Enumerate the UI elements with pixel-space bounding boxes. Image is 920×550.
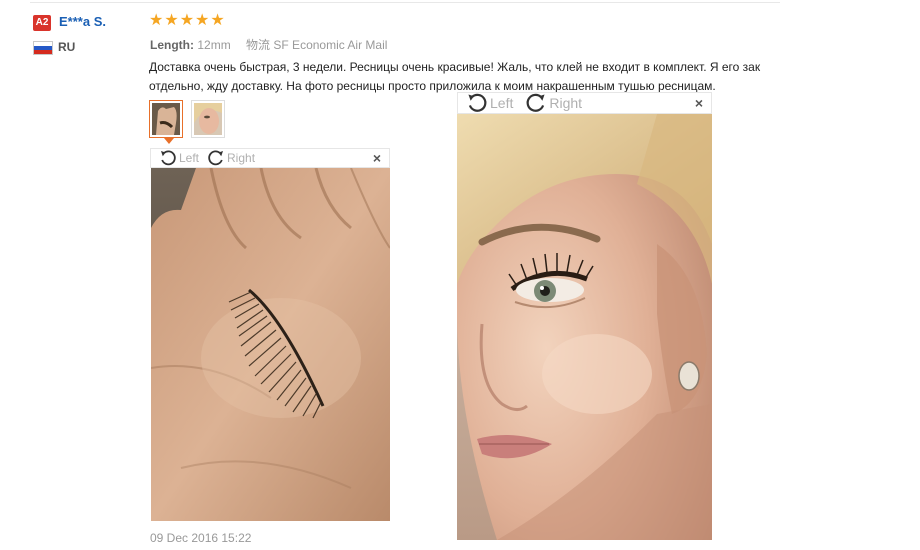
large-viewer-toolbar: Left Right × <box>457 92 712 114</box>
rotate-left-button[interactable]: Left <box>466 92 513 114</box>
rotate-left-label: Left <box>490 95 514 111</box>
photo-thumbnail-2[interactable] <box>191 100 225 138</box>
star-icon: ★ <box>164 12 179 29</box>
shipping-label: 物流 <box>246 38 271 52</box>
rotate-left-button[interactable]: Left <box>159 149 199 167</box>
active-thumbnail-pointer <box>164 138 174 144</box>
rotate-right-label: Right <box>549 95 583 111</box>
review-text: Доставка очень быстрая, 3 недели. Ресниц… <box>149 60 761 93</box>
review-date: 09 Dec 2016 15:22 <box>150 531 252 545</box>
photo-thumbnail-1[interactable] <box>149 100 183 138</box>
rotate-left-icon <box>161 150 176 166</box>
rating-stars: ★ ★ ★ ★ ★ <box>149 13 225 29</box>
length-label: Length: <box>150 38 194 52</box>
rotate-left-label: Left <box>179 151 200 165</box>
small-viewer-toolbar: Left Right × <box>150 148 390 168</box>
russia-flag-icon <box>33 41 53 55</box>
product-attributes: Length: 12mm 物流 SF Economic Air Mail <box>150 36 387 53</box>
shipping-value: SF Economic Air Mail <box>273 38 388 52</box>
photo-woman-face <box>457 114 712 540</box>
close-viewer-button[interactable]: × <box>695 95 703 111</box>
rotate-right-icon <box>526 93 545 112</box>
star-icon: ★ <box>210 12 225 29</box>
rotate-right-button[interactable]: Right <box>207 149 255 167</box>
lash-on-palm-thumbnail <box>152 103 180 135</box>
length-value: 12mm <box>197 38 231 52</box>
photo-lash-on-palm <box>151 168 390 521</box>
star-icon: ★ <box>195 12 210 29</box>
rotate-left-icon <box>468 93 487 112</box>
photo-thumbnails <box>149 100 225 138</box>
star-icon: ★ <box>149 12 164 29</box>
woman-face-thumbnail <box>194 103 222 135</box>
star-icon: ★ <box>179 12 195 29</box>
rotate-right-label: Right <box>227 151 256 165</box>
rotate-right-button[interactable]: Right <box>525 92 582 114</box>
reviewer-name[interactable]: E***a S. <box>59 14 106 29</box>
rotate-right-icon <box>208 150 224 166</box>
top-divider <box>30 2 780 3</box>
reviewer-country: RU <box>58 40 76 54</box>
buyer-level-badge: A2 <box>33 15 51 31</box>
close-viewer-button[interactable]: × <box>373 150 381 166</box>
